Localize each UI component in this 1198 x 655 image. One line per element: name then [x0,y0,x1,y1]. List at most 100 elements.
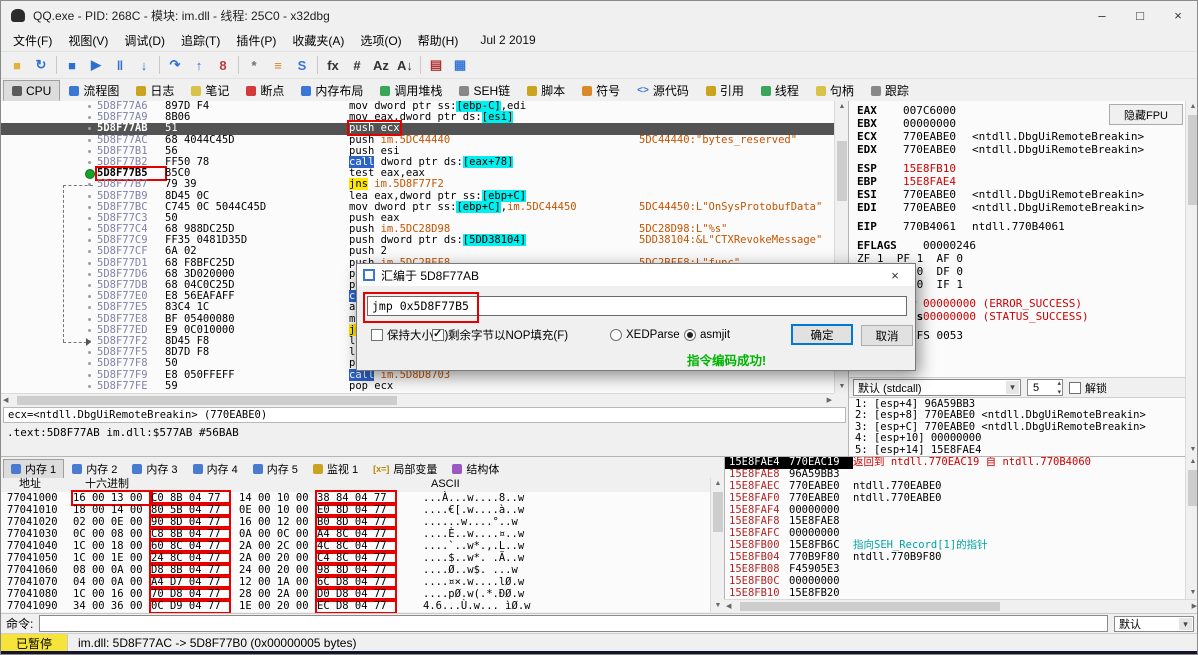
menu-file[interactable]: 文件(F) [5,30,60,51]
tab-source[interactable]: <> 源代码 [629,80,697,101]
dump-row[interactable]: 77041020 02 00 0E 00 90 8D 04 77 16 00 12 0… [1,514,710,530]
argument-row[interactable]: 5: [esp+14] 15E8FAE4 [849,444,1185,456]
register-row[interactable]: EFLAGS 00000246 [857,239,1185,252]
tab-references[interactable]: 引用 [698,80,752,101]
scrollbar-thumb[interactable] [17,396,397,405]
run-until-return-icon[interactable]: ↑ [187,54,211,76]
registers-vertical-scrollbar[interactable] [1185,101,1197,456]
scrollbar-thumb[interactable] [837,141,847,201]
menu-view[interactable]: 视图(V) [60,30,116,51]
tab-graph[interactable]: 流程图 [61,80,127,101]
tab-seh[interactable]: SEH链 [451,80,518,101]
scylla-icon[interactable]: S [290,54,314,76]
stack-row[interactable]: 15E8FAE8 96A59BB3 [725,468,1185,481]
scrollbar-thumb[interactable] [740,602,1000,611]
stack-row[interactable]: 15E8FB0C 00000000 [725,575,1185,588]
command-input[interactable] [39,615,1108,632]
tab-callstack[interactable]: 调用堆栈 [372,80,450,101]
stack-horizontal-scrollbar[interactable] [724,599,1197,613]
menu-options[interactable]: 选项(O) [352,30,409,51]
tab-mem2[interactable]: 内存 2 [65,459,124,478]
disasm-row[interactable]: 5D8F77F9 E8 050FFEFF call im.5D8D8703 [1,368,834,381]
unlock-checkbox[interactable]: 解锁 [1069,380,1107,396]
hide-fpu-button[interactable]: 隐藏FPU [1109,104,1183,125]
menu-help[interactable]: 帮助(H) [410,30,467,51]
tab-mem1[interactable]: 内存 1 [3,459,65,478]
dump-vertical-scrollbar[interactable] [710,478,725,612]
tab-mem3[interactable]: 内存 3 [125,459,184,478]
tab-breakpoints[interactable]: 断点 [238,80,292,101]
tab-cpu[interactable]: CPU [3,80,61,101]
dump-row[interactable]: 77041090 34 00 36 00 0C D9 04 77 1E 00 20 0… [1,598,710,614]
ok-button[interactable]: 确定 [791,324,853,345]
close-button[interactable]: × [1159,1,1197,29]
stop-icon[interactable]: ■ [60,54,84,76]
asmjit-radio[interactable]: asmjit [684,328,730,342]
dump-row[interactable]: 77041030 0C 00 08 00 C8 8B 04 77 0A 00 0C 0… [1,526,710,542]
restart-icon[interactable]: ↻ [29,54,53,76]
windows-taskbar[interactable] [1,651,1197,654]
az-icon[interactable]: Az [369,54,393,76]
tab-trace[interactable]: 跟踪 [863,80,917,101]
step-over-icon[interactable]: ↷ [163,54,187,76]
keep-size-checkbox-box[interactable] [371,329,383,341]
stack-vertical-scrollbar[interactable] [1185,456,1197,599]
patches-icon[interactable]: 8 [211,54,235,76]
disasm-row[interactable]: 5D8F77FE 59 pop ecx [1,380,834,392]
tab-mem4[interactable]: 内存 4 [186,459,245,478]
cancel-button[interactable]: 取消 [861,325,913,346]
run-icon[interactable]: ▶ [84,54,108,76]
memory-map-icon[interactable]: ≡ [266,54,290,76]
menu-plugins[interactable]: 插件(P) [228,30,284,51]
pause-icon[interactable]: ‖ [108,54,132,76]
register-row[interactable]: EIP 770B4061 ntdll.770B4061 [857,220,1185,233]
stack-row[interactable]: 15E8FAF0 770EABE0 ntdll.770EABE0 [725,492,1185,505]
dump-row[interactable]: 77041050 1C 00 1E 00 24 8C 04 77 2A 00 20 0… [1,550,710,566]
dump-row[interactable]: 77041000 16 00 13 00 C0 8B 04 77 14 00 10 0… [1,490,710,506]
menu-trace[interactable]: 追踪(T) [173,30,228,51]
tab-watch1[interactable]: 监视 1 [306,459,365,478]
argument-row[interactable]: 4: [esp+10] 00000000 [849,432,1185,444]
menu-debug[interactable]: 调试(D) [116,30,173,51]
stack-pane[interactable]: 15E8FAE4 770EAC19 返回到 ntdll.770EAC19 自 ntd… [724,456,1185,599]
register-row[interactable]: ESI 770EABE0 <ntdll.DbgUiRemoteBreakin> [857,188,1185,201]
tab-mem5[interactable]: 内存 5 [246,459,305,478]
menu-favourites[interactable]: 收藏夹(A) [284,30,352,51]
assemble-instruction-input[interactable] [367,296,907,316]
hash-icon[interactable]: # [345,54,369,76]
disasm-horizontal-scrollbar[interactable] [1,393,834,407]
register-row[interactable]: EDI 770EABE0 <ntdll.DbgUiRemoteBreakin> [857,201,1185,214]
dump-row[interactable]: 77041040 1C 00 18 00 60 8C 04 77 2A 00 2C 0… [1,538,710,554]
fill-nop-checkbox[interactable]: 剩余字节以NOP填充(F) [432,327,568,342]
sort-icon[interactable]: A↓ [393,54,417,76]
stack-row[interactable]: 15E8FB10 15E8FB20 [725,587,1185,599]
tab-threads[interactable]: 线程 [753,80,807,101]
tab-locals[interactable]: [x=] 局部变量 [366,459,444,478]
scrollbar-thumb[interactable] [1188,115,1197,205]
calling-convention-select[interactable]: 默认 (stdcall) [853,379,1021,396]
maximize-button[interactable]: □ [1121,1,1159,29]
settings-gear-icon[interactable]: * [242,54,266,76]
fill-nop-checkbox-box[interactable] [432,327,444,341]
stack-row[interactable]: 15E8FAEC 770EABE0 ntdll.770EABE0 [725,480,1185,493]
tab-script[interactable]: 脚本 [519,80,573,101]
tab-notes[interactable]: 笔记 [183,80,237,101]
register-row[interactable]: EDX 770EABE0 <ntdll.DbgUiRemoteBreakin> [857,143,1185,156]
dialog-close-icon[interactable]: × [881,268,909,283]
dump-row[interactable]: 77041080 1C 00 16 00 70 D8 04 77 28 00 2A 0… [1,586,710,602]
tab-handles[interactable]: 句柄 [808,80,862,101]
step-into-icon[interactable]: ↓ [132,54,156,76]
tab-symbols[interactable]: 符号 [574,80,628,101]
help-book-icon[interactable]: ▤ [424,54,448,76]
breakpoint-dot-icon[interactable] [85,169,95,180]
unlock-checkbox-box[interactable] [1069,381,1081,394]
memory-dump-pane[interactable]: 77041000 16 00 13 00 C0 8B 04 77 14 00 10 0… [1,490,710,614]
register-row[interactable]: ESP 15E8FB10 [857,162,1185,175]
arguments-pane[interactable]: 1: [esp+4] 96A59BB3 2: [esp+8] 770EABE0 <… [848,398,1185,456]
tab-memmap[interactable]: 内存布局 [293,80,371,101]
xedparse-radio[interactable]: XEDParse [610,328,680,342]
minimize-button[interactable]: – [1083,1,1121,29]
open-file-icon[interactable]: ■ [5,54,29,76]
display-icon[interactable]: ▦ [448,54,472,76]
fx-icon[interactable]: fx [321,54,345,76]
